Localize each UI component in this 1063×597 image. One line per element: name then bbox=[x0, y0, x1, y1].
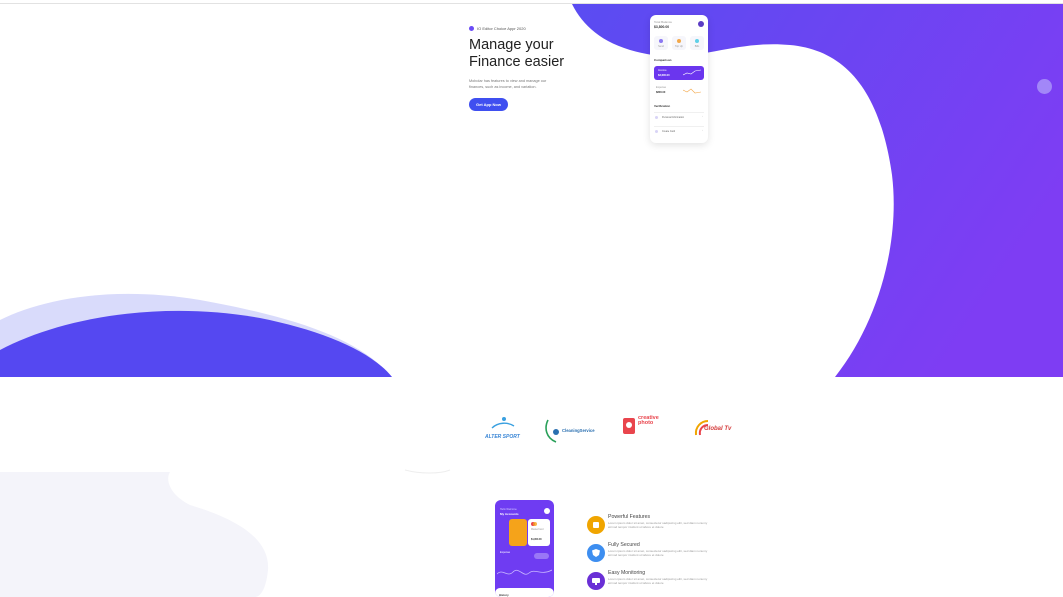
card-brand: MasterCard bbox=[531, 528, 544, 531]
history-panel: History bbox=[495, 588, 554, 597]
income-card: Income $3,600.00 bbox=[654, 66, 704, 80]
cards-phone-mockup: Hello Welcome My Accounts MasterCard $1,… bbox=[495, 500, 554, 597]
history-label: History bbox=[499, 593, 509, 597]
verif-item-label: Create Card bbox=[662, 130, 676, 133]
award-icon bbox=[469, 26, 474, 31]
expense-label: Expense bbox=[656, 86, 667, 89]
shortcut-label: Top Up bbox=[675, 45, 683, 48]
feature-title: Easy Monitoring bbox=[608, 570, 646, 576]
logo-label: creative photo bbox=[638, 415, 659, 426]
decor-dot bbox=[1037, 79, 1052, 94]
verif-item-label: Personal Information bbox=[662, 116, 685, 119]
logo-label-line2: photo bbox=[638, 420, 654, 426]
accounts-title: My Accounts bbox=[500, 512, 519, 516]
orange-card[interactable] bbox=[509, 519, 527, 546]
expense-chart bbox=[497, 569, 552, 575]
logo-label: ALTER SPORT bbox=[485, 434, 520, 440]
hero-title-line1: Manage your bbox=[469, 37, 554, 53]
card-value: $1,800.00 bbox=[531, 538, 542, 541]
finance-phone-mockup: Total Balance $3,800.00 Send Top Up Bill… bbox=[650, 15, 708, 143]
hero-description: Mobolar has features to view and manage … bbox=[469, 79, 547, 89]
feature-title: Fully Secured bbox=[608, 542, 640, 548]
cube-icon bbox=[587, 516, 605, 534]
expense-value: $800.00 bbox=[656, 91, 666, 94]
topup-icon bbox=[677, 39, 681, 43]
creative-photo-mark bbox=[623, 418, 635, 434]
greeting: Hello Welcome bbox=[500, 508, 517, 511]
chevron-right-icon: › bbox=[702, 115, 703, 118]
logo-label: CleaningService bbox=[562, 428, 595, 433]
verif-item[interactable]: Create Card › bbox=[654, 126, 704, 138]
topup-shortcut: Top Up bbox=[672, 36, 686, 50]
monitor-icon bbox=[587, 572, 605, 590]
send-icon bbox=[659, 39, 663, 43]
hero-title: Manage your Finance easier bbox=[469, 37, 619, 71]
shortcut-label: Send bbox=[658, 45, 664, 48]
logo-global-tv: Global Tv bbox=[693, 412, 739, 448]
award-badge-text: IO Editor Choice Appr 2020 bbox=[477, 26, 526, 31]
feature-description: Lorem ipsum dolor sit amet, consectetur … bbox=[608, 521, 708, 530]
period-selector[interactable] bbox=[534, 553, 549, 559]
avatar bbox=[698, 21, 704, 27]
balance-value: $3,800.00 bbox=[654, 25, 670, 29]
hero-title-line2: Finance easier bbox=[469, 54, 565, 70]
income-label: Income bbox=[658, 69, 667, 72]
chevron-right-icon: › bbox=[702, 129, 703, 132]
award-badge: IO Editor Choice Appr 2020 bbox=[469, 26, 619, 31]
bills-shortcut: Bills bbox=[690, 36, 704, 50]
expense-sparkline bbox=[683, 88, 701, 94]
card-icon bbox=[655, 130, 658, 133]
comparison-label: Comparison bbox=[654, 58, 672, 62]
logo-label: Global Tv bbox=[704, 426, 732, 432]
logo-creative-photo: creative photo bbox=[622, 412, 668, 448]
feature-description: Lorem ipsum dolor sit amet, consectetur … bbox=[608, 549, 708, 558]
expense-label: Expense bbox=[500, 551, 511, 554]
income-value: $3,600.00 bbox=[658, 74, 670, 77]
verif-item[interactable]: Personal Information › bbox=[654, 112, 704, 124]
hero-section: IO Editor Choice Appr 2020 Manage your F… bbox=[469, 26, 619, 111]
send-shortcut: Send bbox=[654, 36, 668, 50]
balance-label: Total Balance bbox=[654, 20, 673, 24]
partner-logos: ALTER SPORT CleaningService creative phot… bbox=[480, 412, 750, 450]
feature-item: Powerful Features Lorem ipsum dolor sit … bbox=[587, 514, 727, 538]
hero-right-blob bbox=[572, 4, 1063, 377]
get-app-button[interactable]: Get App Now bbox=[469, 98, 508, 111]
feature-item: Fully Secured Lorem ipsum dolor sit amet… bbox=[587, 542, 727, 566]
mastercard-card[interactable]: MasterCard $1,800.00 bbox=[528, 519, 550, 546]
mastercard-icon bbox=[531, 522, 537, 527]
feature-item: Easy Monitoring Lorem ipsum dolor sit am… bbox=[587, 570, 727, 594]
feature-description: Lorem ipsum dolor sit amet, consectetur … bbox=[608, 577, 708, 586]
lower-left-arc bbox=[404, 469, 451, 474]
feature-title: Powerful Features bbox=[608, 514, 651, 520]
avatar bbox=[544, 508, 550, 514]
lower-left-wave bbox=[0, 472, 269, 597]
expense-card: Expense $800.00 bbox=[654, 84, 704, 98]
logo-alter-sport: ALTER SPORT bbox=[482, 412, 522, 448]
logo-cleaning-service: CleaningService bbox=[544, 412, 604, 448]
income-sparkline bbox=[683, 69, 701, 76]
shortcut-label: Bills bbox=[694, 45, 700, 48]
verification-label: Verification bbox=[654, 104, 671, 108]
alter-sport-mark bbox=[491, 417, 515, 429]
user-icon bbox=[655, 116, 658, 119]
shield-icon bbox=[587, 544, 605, 562]
bills-icon bbox=[695, 39, 699, 43]
